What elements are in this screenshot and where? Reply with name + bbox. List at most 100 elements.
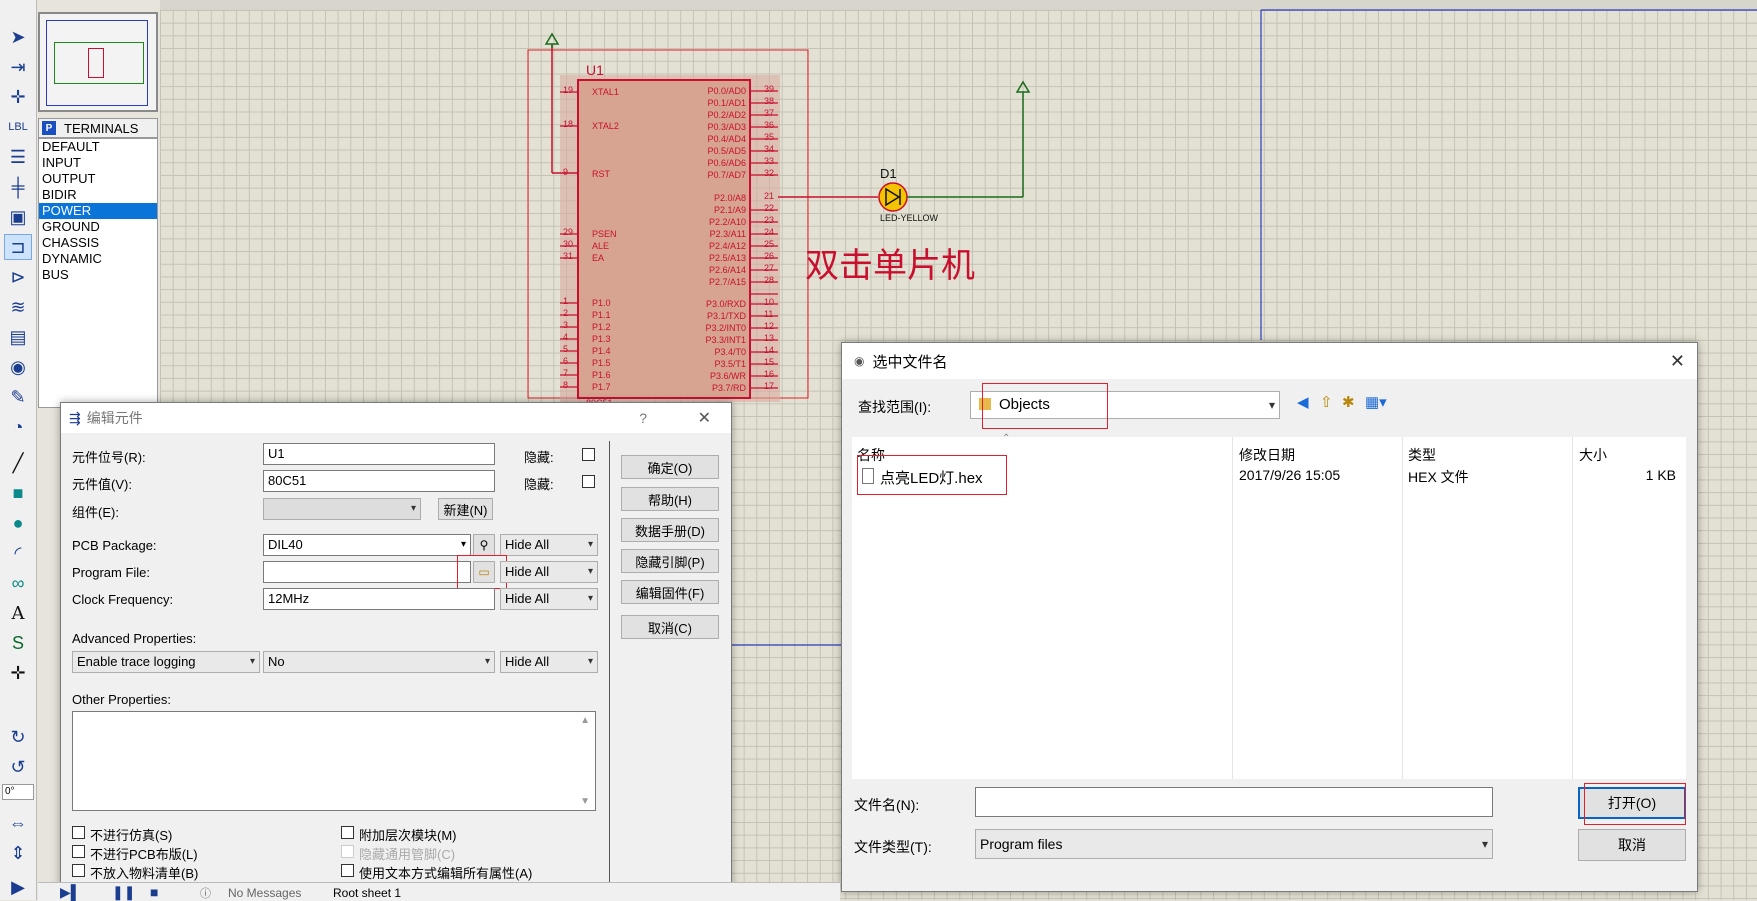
ok-button[interactable]: 确定(O) [621,455,719,479]
play-icon[interactable]: ▶ [4,874,32,900]
no-simulate-checkbox[interactable] [72,826,85,839]
terminal-item-bidir[interactable]: BIDIR [39,187,157,203]
circle-tool-icon[interactable]: ● [4,510,32,536]
step-icon[interactable]: ▶▌ [60,884,81,901]
scroll-down-icon[interactable]: ▼ [580,796,590,807]
value-input[interactable]: 80C51 [263,470,495,492]
annotation-double-click-chip: 双击单片机 [805,246,975,286]
program-file-input[interactable] [263,561,471,583]
pin-name: P0.5/AD5 [707,146,746,156]
pick-devices-badge[interactable]: P [42,121,56,135]
datasheet-button[interactable]: 数据手册(D) [621,518,719,542]
terminal-item-default[interactable]: DEFAULT [39,139,157,155]
tape-recorder-icon[interactable]: ▤ [4,324,32,350]
cancel-button[interactable]: 取消(C) [621,615,719,639]
pin-number: 23 [764,215,775,225]
rotation-angle-field[interactable]: 0° [2,784,34,800]
filename-input[interactable] [975,787,1493,817]
filetype-select[interactable]: Program files ▾ [975,829,1493,859]
cancel-button[interactable]: 取消 [1578,829,1686,861]
advanced-value-select[interactable]: No ▾ [263,651,495,673]
pcb-input[interactable]: DIL40 ▾ [263,534,471,556]
generator-mode-icon[interactable]: ◉ [4,354,32,380]
help-question-icon[interactable]: ? [639,410,647,426]
view-menu-icon[interactable]: ▦▾ [1365,393,1387,411]
virtual-instruments-icon[interactable]: ◔ [4,414,32,440]
no-bom-checkbox[interactable] [72,864,85,877]
back-icon[interactable]: ◀ [1297,393,1309,411]
pin-number: 7 [563,368,569,378]
up-folder-icon[interactable]: ⇧ [1320,393,1333,411]
terminal-item-ground[interactable]: GROUND [39,219,157,235]
subcircuit-mode-icon[interactable]: ▣ [4,204,32,230]
hide-ref-checkbox[interactable] [582,448,595,461]
pin-number: 22 [764,203,775,213]
rotate-ccw-icon[interactable]: ↺ [4,754,32,780]
voltage-probe-icon[interactable]: ✎ [4,384,32,410]
scroll-up-icon[interactable]: ▲ [580,715,590,726]
column-modified[interactable]: 修改日期 [1239,445,1295,465]
stop-icon[interactable]: ■ [150,884,158,900]
file-list[interactable]: ⌃ 名称 修改日期 类型 大小 点亮LED灯.hex 2017/9/26 15:… [852,433,1686,779]
close-icon[interactable]: ✕ [1670,351,1685,372]
marker-tool-icon[interactable]: ✛ [4,660,32,686]
overview-window[interactable] [38,12,158,112]
pcb-hide-select[interactable]: Hide All ▾ [500,534,598,556]
text-tool-icon[interactable]: A [4,600,32,626]
graph-mode-icon[interactable]: ≋ [4,294,32,320]
group-select[interactable]: ▾ [263,498,421,520]
object-selector-header: P TERMINALS [38,118,158,138]
terminal-item-dynamic[interactable]: DYNAMIC [39,251,157,267]
program-hide-select[interactable]: Hide All ▾ [500,561,598,583]
mirror-vertical-icon[interactable]: ⇕ [4,840,32,866]
edit-as-text-checkbox[interactable] [341,864,354,877]
pin-number: 15 [764,357,775,367]
column-type[interactable]: 类型 [1408,445,1436,465]
edit-firmware-button[interactable]: 编辑固件(F) [621,580,719,604]
new-button[interactable]: 新建(N) [438,498,493,520]
terminals-mode-icon[interactable]: ⊐ [4,234,32,260]
advanced-property-select[interactable]: Enable trace logging ▾ [72,651,260,673]
ref-input[interactable]: U1 [263,443,495,465]
clock-input[interactable]: 12MHz [263,588,495,610]
pin-name: P3.2/INT0 [705,323,746,333]
rotate-cw-icon[interactable]: ↻ [4,724,32,750]
terminal-item-chassis[interactable]: CHASSIS [39,235,157,251]
file-dialog-titlebar: ◉ 选中文件名 ✕ [842,343,1697,379]
arc-tool-icon[interactable]: ◜ [4,540,32,566]
bus-mode-icon[interactable]: ╪ [4,174,32,200]
other-properties-textarea[interactable]: ▲ ▼ [72,711,596,811]
hidden-pins-button[interactable]: 隐藏引脚(P) [621,549,719,573]
no-bom-label: 不放入物料清单(B) [90,866,199,881]
binoculars-icon[interactable]: ⚲ [473,534,495,556]
messages-status[interactable]: No Messages [228,886,301,900]
column-size[interactable]: 大小 [1579,445,1607,465]
terminals-list[interactable]: DEFAULT INPUT OUTPUT BIDIR POWER GROUND CHASSI… [38,138,158,408]
device-pins-icon[interactable]: ⊳ [4,264,32,290]
pin-name: P2.3/A11 [709,229,746,239]
terminal-item-output[interactable]: OUTPUT [39,171,157,187]
line-tool-icon[interactable]: ╱ [4,450,32,476]
path-tool-icon[interactable]: ∞ [4,570,32,596]
junction-mode-icon[interactable]: ✛ [4,84,32,110]
text-script-icon[interactable]: ☰ [4,144,32,170]
wire-label-icon[interactable]: LBL [4,114,32,140]
terminal-item-power[interactable]: POWER [39,203,157,219]
new-folder-icon[interactable]: ✱ [1342,393,1355,411]
advanced-hide-select[interactable]: Hide All ▾ [500,651,598,673]
terminal-item-input[interactable]: INPUT [39,155,157,171]
no-pcb-checkbox[interactable] [72,845,85,858]
hide-value-checkbox[interactable] [582,475,595,488]
other-properties-label: Other Properties: [72,692,171,707]
mirror-horizontal-icon[interactable]: ⇔ [4,810,32,836]
selection-mode-icon[interactable]: ➤ [4,24,32,50]
terminal-item-bus[interactable]: BUS [39,267,157,283]
component-mode-icon[interactable]: ⇥ [4,54,32,80]
close-icon[interactable]: ✕ [698,408,711,428]
clock-hide-select[interactable]: Hide All ▾ [500,588,598,610]
attach-hierarchy-checkbox[interactable] [341,826,354,839]
box-tool-icon[interactable]: ■ [4,480,32,506]
pause-icon[interactable]: ❚❚ [112,884,135,901]
symbol-tool-icon[interactable]: S [4,630,32,656]
help-button[interactable]: 帮助(H) [621,487,719,511]
